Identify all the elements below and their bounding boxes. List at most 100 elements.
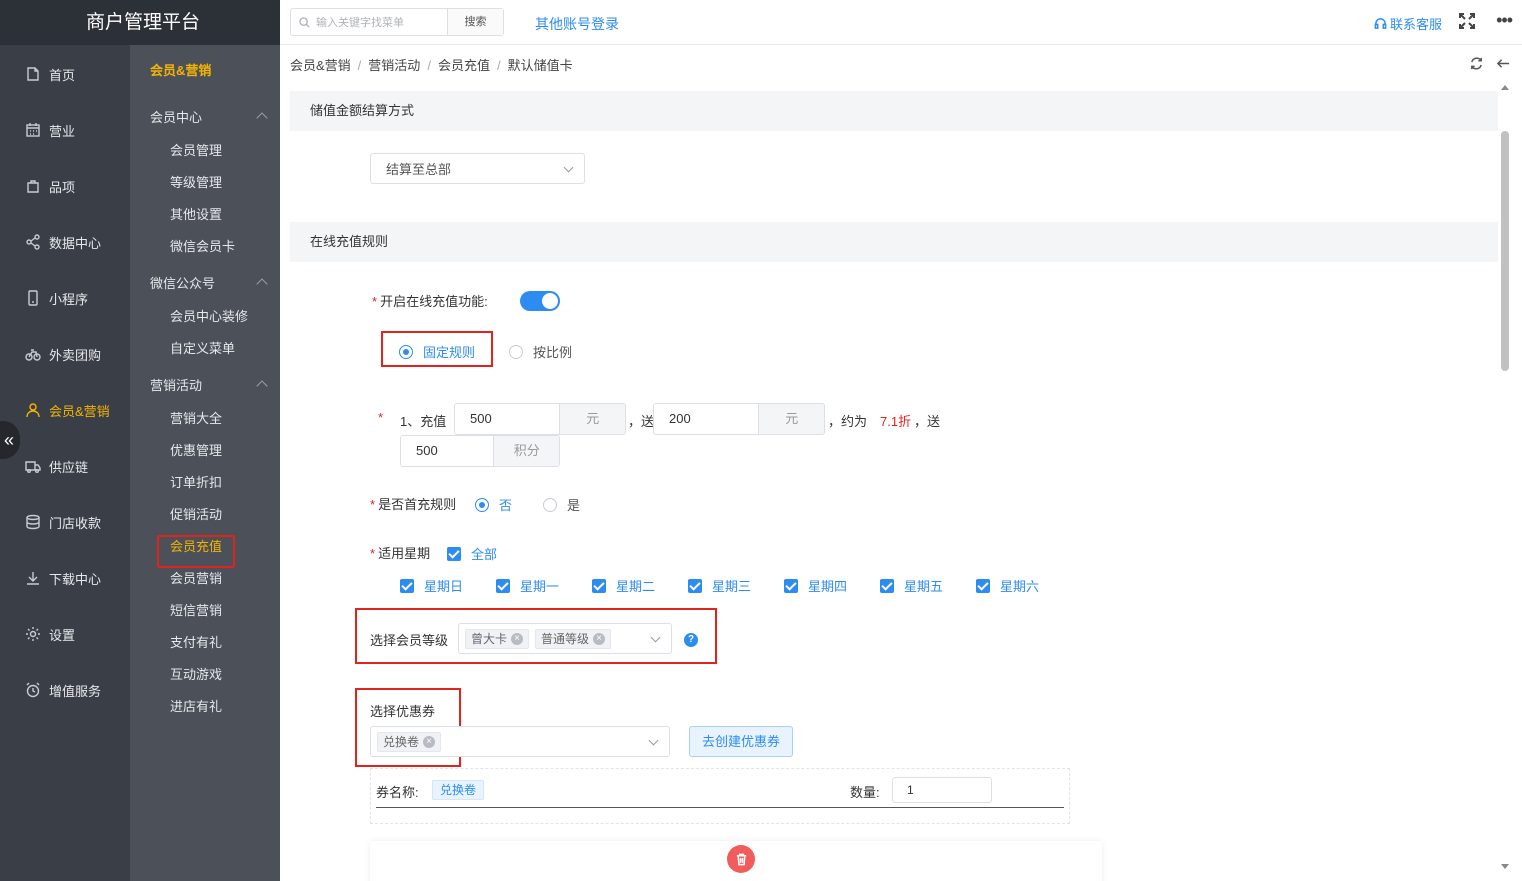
weekday-checkbox[interactable]: 星期六 bbox=[976, 576, 1039, 595]
subnav-group-wechat[interactable]: 微信公众号 bbox=[130, 263, 280, 301]
headset-icon bbox=[1374, 18, 1387, 29]
nav-label: 数据中心 bbox=[49, 235, 102, 251]
nav-item-home[interactable]: 首页 bbox=[0, 46, 130, 102]
create-coupon-button[interactable]: 去创建优惠券 bbox=[689, 726, 793, 757]
member-level-tag[interactable]: 曾大卡 × bbox=[465, 628, 530, 649]
nav-label: 会员&营销 bbox=[49, 403, 110, 419]
weekday-checkbox[interactable]: 星期一 bbox=[496, 576, 559, 595]
quantity-input[interactable]: 1 bbox=[892, 777, 992, 803]
fullscreen-icon[interactable] bbox=[1458, 12, 1476, 30]
subnav-group-member-center[interactable]: 会员中心 bbox=[130, 97, 280, 135]
subnav-item[interactable]: 会员中心装修 bbox=[130, 301, 280, 333]
section-title-online-recharge: 在线充值规则 bbox=[290, 222, 1498, 262]
close-icon[interactable]: × bbox=[423, 735, 436, 748]
member-level-select[interactable]: 曾大卡 × 普通等级 × bbox=[458, 623, 672, 654]
points-value: 500 bbox=[401, 436, 494, 466]
scroll-down-icon[interactable] bbox=[1501, 864, 1509, 869]
content-scrollbar[interactable] bbox=[1498, 83, 1512, 881]
subnav-item[interactable]: 等级管理 bbox=[130, 167, 280, 199]
group-label: 会员中心 bbox=[150, 109, 203, 125]
weekday-checkbox[interactable]: 星期四 bbox=[784, 576, 847, 595]
subnav-item[interactable]: 优惠管理 bbox=[130, 435, 280, 467]
subnav-item[interactable]: 会员管理 bbox=[130, 135, 280, 167]
weekday-all-checkbox[interactable]: 全部 bbox=[447, 544, 497, 563]
home-icon bbox=[24, 66, 41, 83]
search-button[interactable]: 搜索 bbox=[447, 9, 503, 35]
nav-label: 首页 bbox=[49, 67, 76, 83]
subnav-item[interactable]: 支付有礼 bbox=[130, 627, 280, 659]
gear-icon bbox=[24, 626, 41, 643]
nav-item-settings[interactable]: 设置 bbox=[0, 606, 130, 662]
close-icon[interactable]: × bbox=[511, 632, 524, 645]
contact-service-link[interactable]: 联系客服 bbox=[1374, 14, 1442, 33]
subnav-item[interactable]: 促销活动 bbox=[130, 499, 280, 531]
coupon-tag[interactable]: 兑换卷 × bbox=[377, 731, 442, 752]
subnav-item[interactable]: 其他设置 bbox=[130, 199, 280, 231]
weekday-checkbox[interactable]: 星期日 bbox=[400, 576, 463, 595]
nav-item-download-center[interactable]: 下载中心 bbox=[0, 550, 130, 606]
approx-prefix: ，约为 bbox=[828, 414, 868, 429]
subnav-item[interactable]: 营销大全 bbox=[130, 403, 280, 435]
subnav-item[interactable]: 自定义菜单 bbox=[130, 333, 280, 365]
nav-item-data-center[interactable]: 数据中心 bbox=[0, 214, 130, 270]
bag-icon bbox=[24, 178, 41, 195]
gift-amount-unit: 元 bbox=[758, 404, 824, 434]
subnav-item[interactable]: 微信会员卡 bbox=[130, 231, 280, 263]
other-account-login-link[interactable]: 其他账号登录 bbox=[535, 14, 619, 34]
section-title-settlement: 储值金额结算方式 bbox=[290, 91, 1498, 131]
scrollbar-thumb[interactable] bbox=[1501, 131, 1509, 371]
member-level-tag[interactable]: 普通等级 × bbox=[535, 628, 612, 649]
first-charge-no-radio[interactable]: 否 bbox=[475, 495, 512, 514]
radio-dot bbox=[399, 344, 413, 359]
breadcrumb-item[interactable]: 营销活动 bbox=[368, 58, 420, 73]
search-icon bbox=[299, 16, 310, 28]
share-icon bbox=[24, 234, 41, 251]
enable-online-recharge-label: * 开启在线充值功能: bbox=[372, 294, 488, 309]
scroll-up-icon[interactable] bbox=[1501, 85, 1509, 90]
rule-fixed-radio[interactable]: 固定规则 bbox=[399, 342, 475, 361]
nav-item-store-payment[interactable]: 门店收款 bbox=[0, 494, 130, 550]
weekday-checkbox[interactable]: 星期二 bbox=[592, 576, 655, 595]
recharge-amount-input[interactable]: 500 元 bbox=[454, 403, 626, 435]
help-icon[interactable]: ? bbox=[684, 633, 698, 647]
back-arrow-icon[interactable] bbox=[1496, 56, 1512, 72]
breadcrumb-item[interactable]: 会员&营销 bbox=[290, 58, 351, 73]
close-icon[interactable]: × bbox=[593, 632, 606, 645]
nav-item-delivery[interactable]: 外卖团购 bbox=[0, 326, 130, 382]
gift-amount-input[interactable]: 200 元 bbox=[653, 403, 825, 435]
enable-online-recharge-toggle[interactable] bbox=[520, 291, 560, 311]
nav-label: 设置 bbox=[49, 627, 76, 643]
search-input[interactable]: 输入关键字找菜单 bbox=[291, 9, 447, 35]
gift-prefix: ，送 bbox=[628, 414, 655, 429]
first-charge-yes-radio[interactable]: 是 bbox=[543, 495, 580, 514]
rule-ratio-radio[interactable]: 按比例 bbox=[509, 342, 572, 361]
nav-label: 品项 bbox=[49, 179, 76, 195]
coupon-select[interactable]: 兑换卷 × bbox=[370, 726, 670, 757]
nav-item-products[interactable]: 品项 bbox=[0, 158, 130, 214]
database-icon bbox=[24, 514, 41, 531]
chevron-down-icon bbox=[650, 632, 661, 643]
nav-item-supply-chain[interactable]: 供应链 bbox=[0, 438, 130, 494]
more-icon[interactable]: ••• bbox=[1496, 10, 1513, 31]
subnav-item[interactable]: 订单折扣 bbox=[130, 467, 280, 499]
subnav-group-marketing[interactable]: 营销活动 bbox=[130, 365, 280, 403]
weekday-checkbox[interactable]: 星期三 bbox=[688, 576, 751, 595]
double-chevron-left-icon: « bbox=[3, 430, 14, 450]
subnav-item[interactable]: 进店有礼 bbox=[130, 691, 280, 723]
nav-item-member-marketing[interactable]: 会员&营销 bbox=[0, 382, 130, 438]
points-input[interactable]: 500 积分 bbox=[400, 435, 560, 467]
delete-rule-button[interactable] bbox=[727, 845, 755, 873]
top-bar: 输入关键字找菜单 搜索 其他账号登录 联系客服 ••• bbox=[280, 0, 1522, 45]
weekday-checkbox[interactable]: 星期五 bbox=[880, 576, 943, 595]
refresh-icon[interactable] bbox=[1469, 56, 1485, 72]
nav-item-value-added[interactable]: 增值服务 bbox=[0, 662, 130, 718]
subnav-item[interactable]: 互动游戏 bbox=[130, 659, 280, 691]
nav-item-mini-program[interactable]: 小程序 bbox=[0, 270, 130, 326]
chevron-down-icon bbox=[563, 162, 574, 173]
bike-icon bbox=[24, 346, 41, 363]
settlement-select[interactable]: 结算至总部 bbox=[370, 153, 585, 184]
breadcrumb-item[interactable]: 会员充值 bbox=[438, 58, 490, 73]
divider bbox=[376, 807, 1064, 808]
nav-item-business[interactable]: 营业 bbox=[0, 102, 130, 158]
subnav-item[interactable]: 短信营销 bbox=[130, 595, 280, 627]
